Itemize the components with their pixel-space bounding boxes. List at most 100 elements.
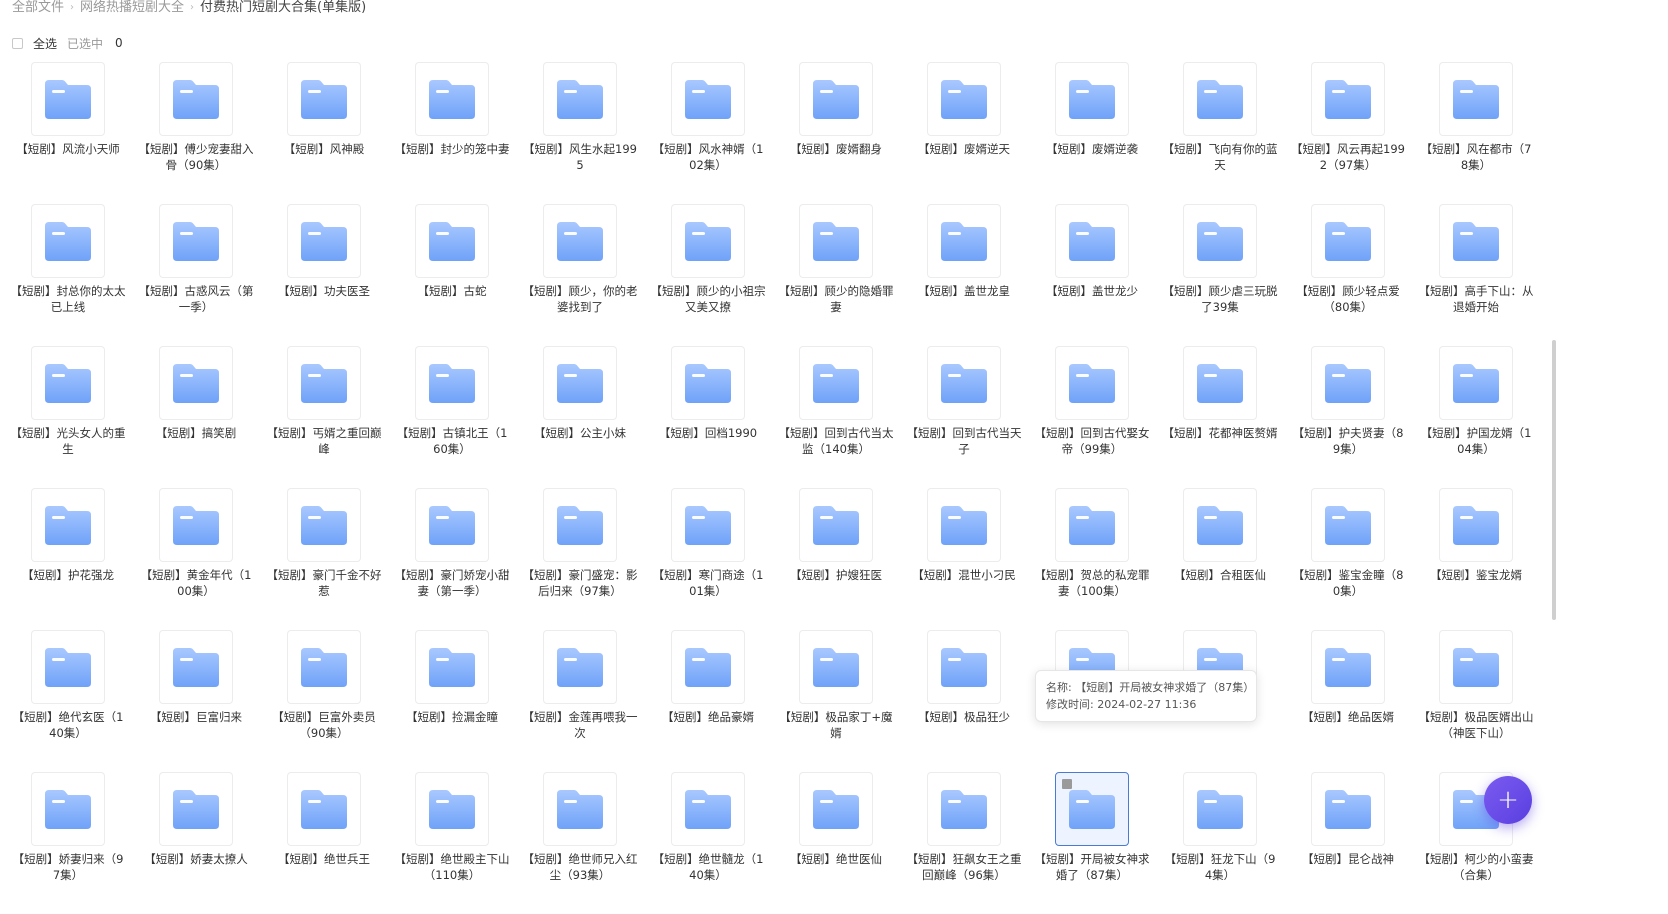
folder-name[interactable]: 【短剧】寒门商途（101集） [649, 567, 767, 599]
folder-item[interactable]: 【短剧】护夫贤妻（89集） [1284, 346, 1412, 488]
folder-name[interactable]: 【短剧】豪门娇宠小甜妻（第一季） [393, 567, 511, 599]
folder-item[interactable]: 【短剧】顾少，你的老婆找到了 [516, 204, 644, 346]
folder-thumbnail[interactable] [1311, 346, 1385, 420]
folder-thumbnail[interactable] [927, 346, 1001, 420]
folder-thumbnail[interactable] [415, 204, 489, 278]
folder-item[interactable]: 【短剧】风在都市（78集） [1412, 62, 1540, 204]
folder-thumbnail[interactable] [1439, 630, 1513, 704]
folder-item[interactable]: 【短剧】极品狂少 [900, 630, 1028, 772]
folder-thumbnail[interactable] [1311, 62, 1385, 136]
folder-thumbnail[interactable] [159, 346, 233, 420]
folder-item[interactable]: 【短剧】混世小刁民 [900, 488, 1028, 630]
folder-thumbnail[interactable] [287, 62, 361, 136]
folder-thumbnail[interactable] [671, 630, 745, 704]
folder-thumbnail[interactable] [671, 772, 745, 846]
folder-thumbnail[interactable] [927, 630, 1001, 704]
folder-item[interactable]: 【短剧】巨富归来 [132, 630, 260, 772]
scrollbar-thumb[interactable] [1552, 340, 1556, 620]
folder-thumbnail[interactable] [31, 346, 105, 420]
folder-item[interactable]: 【短剧】古蛇 [388, 204, 516, 346]
folder-item[interactable]: 【短剧】娇妻归来（97集） [4, 772, 132, 914]
folder-thumbnail[interactable] [1311, 630, 1385, 704]
folder-item[interactable]: 【短剧】高手下山：从退婚开始 [1412, 204, 1540, 346]
folder-item[interactable]: 【短剧】绝世兵王 [260, 772, 388, 914]
folder-thumbnail[interactable] [159, 630, 233, 704]
folder-name[interactable]: 【短剧】飞向有你的蓝天 [1161, 141, 1279, 173]
folder-item[interactable]: 【短剧】古镇北王（160集） [388, 346, 516, 488]
folder-name[interactable]: 【短剧】昆仑战神 [1289, 851, 1407, 867]
folder-thumbnail[interactable] [927, 772, 1001, 846]
folder-name[interactable]: 【短剧】合租医仙 [1161, 567, 1279, 583]
folder-item[interactable]: 【短剧】昆仑战神 [1284, 772, 1412, 914]
folder-thumbnail[interactable] [415, 772, 489, 846]
folder-name[interactable]: 【短剧】回到古代当天子 [905, 425, 1023, 457]
folder-name[interactable]: 【短剧】盖世龙少 [1033, 283, 1151, 299]
folder-item[interactable]: 【短剧】顾少的小祖宗又美又撩 [644, 204, 772, 346]
folder-name[interactable]: 【短剧】护花强龙 [9, 567, 127, 583]
folder-item[interactable]: 【短剧】光头女人的重生 [4, 346, 132, 488]
folder-item[interactable]: 【短剧】寒门商途（101集） [644, 488, 772, 630]
folder-name[interactable]: 【短剧】丐婿之重回巅峰 [265, 425, 383, 457]
folder-name[interactable]: 【短剧】搞笑剧 [137, 425, 255, 441]
folder-name[interactable]: 【短剧】高手下山：从退婚开始 [1417, 283, 1535, 315]
folder-name[interactable]: 【短剧】风生水起1995 [521, 141, 639, 173]
folder-thumbnail[interactable] [1055, 346, 1129, 420]
folder-item[interactable]: 【短剧】回到古代当天子 [900, 346, 1028, 488]
folder-thumbnail[interactable] [799, 62, 873, 136]
folder-name[interactable]: 【短剧】顾少的隐婚罪妻 [777, 283, 895, 315]
breadcrumb-item-all-files[interactable]: 全部文件 [12, 0, 64, 16]
folder-item[interactable]: 【短剧】豪门盛宠：影后归来（97集） [516, 488, 644, 630]
folder-item[interactable]: 【短剧】盖世龙少 [1028, 204, 1156, 346]
folder-name[interactable]: 【短剧】护嫂狂医 [777, 567, 895, 583]
folder-item[interactable]: 【短剧】鉴宝金瞳（80集） [1284, 488, 1412, 630]
folder-item[interactable]: 【短剧】功夫医圣 [260, 204, 388, 346]
folder-name[interactable]: 【短剧】狂龙下山（94集） [1161, 851, 1279, 883]
folder-thumbnail[interactable] [31, 204, 105, 278]
folder-item[interactable]: 【短剧】巨富外卖员（90集） [260, 630, 388, 772]
folder-item[interactable]: 【短剧】绝代玄医（140集） [4, 630, 132, 772]
folder-item[interactable]: 【短剧】傅少宠妻甜入骨（90集） [132, 62, 260, 204]
folder-item[interactable]: 【短剧】废婿翻身 [772, 62, 900, 204]
folder-name[interactable]: 【短剧】豪门千金不好惹 [265, 567, 383, 599]
folder-thumbnail[interactable] [31, 62, 105, 136]
folder-item[interactable]: 【短剧】开局被女神求婚了（87集） [1028, 772, 1156, 914]
folder-item[interactable]: 【短剧】护花强龙 [4, 488, 132, 630]
folder-item[interactable]: 【短剧】极品家丁+魔婿 [772, 630, 900, 772]
folder-name[interactable]: 【短剧】娇妻太撩人 [137, 851, 255, 867]
folder-item[interactable]: 【短剧】狂飙女王之重回巅峰（96集） [900, 772, 1028, 914]
folder-item[interactable]: 【短剧】回到古代娶女帝（99集） [1028, 346, 1156, 488]
folder-thumbnail[interactable] [1183, 772, 1257, 846]
folder-name[interactable]: 【短剧】金莲再喂我一次 [521, 709, 639, 741]
folder-thumbnail[interactable] [1439, 62, 1513, 136]
folder-item[interactable]: 【短剧】黄金年代（100集） [132, 488, 260, 630]
folder-thumbnail[interactable] [415, 630, 489, 704]
folder-item[interactable]: 【短剧】娇妻太撩人 [132, 772, 260, 914]
folder-name[interactable]: 【短剧】风云再起1992（97集） [1289, 141, 1407, 173]
folder-item[interactable]: 【短剧】鉴宝龙婿 [1412, 488, 1540, 630]
folder-name[interactable]: 【短剧】巨富归来 [137, 709, 255, 725]
folder-item[interactable]: 【短剧】风神殿 [260, 62, 388, 204]
folder-name[interactable]: 【短剧】护夫贤妻（89集） [1289, 425, 1407, 457]
folder-thumbnail[interactable] [1183, 346, 1257, 420]
folder-name[interactable]: 【短剧】顾少的小祖宗又美又撩 [649, 283, 767, 315]
folder-name[interactable]: 【短剧】巨富外卖员（90集） [265, 709, 383, 741]
folder-thumbnail[interactable] [31, 630, 105, 704]
folder-thumbnail[interactable] [1439, 204, 1513, 278]
folder-name[interactable]: 【短剧】狂飙女王之重回巅峰（96集） [905, 851, 1023, 883]
folder-thumbnail[interactable] [415, 62, 489, 136]
folder-name[interactable]: 【短剧】极品狂少 [905, 709, 1023, 725]
folder-name[interactable]: 【短剧】顾少，你的老婆找到了 [521, 283, 639, 315]
folder-thumbnail[interactable] [287, 772, 361, 846]
folder-thumbnail[interactable] [543, 204, 617, 278]
folder-thumbnail[interactable] [799, 346, 873, 420]
folder-thumbnail[interactable] [287, 488, 361, 562]
folder-item[interactable]: 【短剧】古惑风云（第一季） [132, 204, 260, 346]
folder-name[interactable]: 【短剧】绝世兵王 [265, 851, 383, 867]
folder-name[interactable]: 【短剧】绝世医仙 [777, 851, 895, 867]
folder-thumbnail[interactable] [671, 62, 745, 136]
folder-item[interactable]: 【短剧】豪门千金不好惹 [260, 488, 388, 630]
folder-item[interactable]: 【短剧】回档1990 [644, 346, 772, 488]
folder-name[interactable]: 【短剧】封少的笼中妻 [393, 141, 511, 157]
folder-name[interactable]: 【短剧】回到古代当太监（140集） [777, 425, 895, 457]
folder-name[interactable]: 【短剧】风流小天师 [9, 141, 127, 157]
